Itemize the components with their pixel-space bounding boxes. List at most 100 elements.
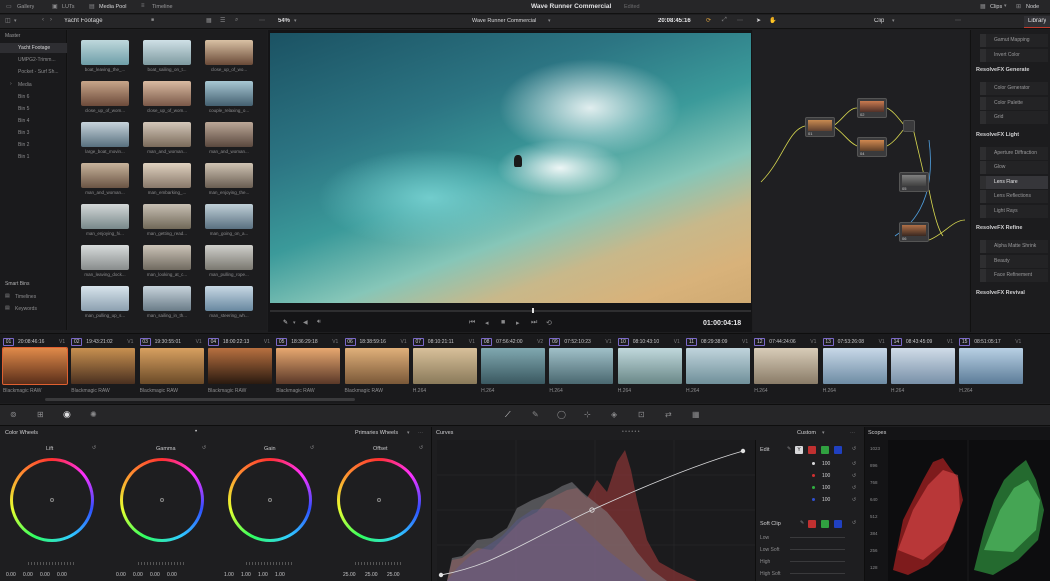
smart-bin-timelines[interactable]: Timelines (15, 294, 36, 300)
wheel-value[interactable]: 0.00 (6, 572, 16, 578)
clips-button[interactable]: Clips (990, 4, 1002, 10)
media-clip-thumbnail[interactable] (81, 245, 129, 270)
timeline-clip-thumbnail[interactable] (686, 348, 750, 384)
thumbnail-view-icon[interactable]: ▦ (206, 17, 212, 24)
wheel-value[interactable]: 0.00 (23, 572, 33, 578)
effect-item[interactable]: Invert Color (980, 48, 1048, 62)
effect-item[interactable]: Lens Flare (980, 175, 1048, 189)
nodes-icon[interactable]: ⊞ (1016, 3, 1021, 10)
bin-item-bin4[interactable]: Bin 4 (18, 118, 29, 124)
effect-item[interactable]: Lens Reflections (980, 190, 1048, 203)
media-clip-thumbnail[interactable] (205, 245, 253, 270)
effect-item[interactable]: Face Refinement (980, 269, 1048, 282)
effect-item[interactable]: Light Rays (980, 204, 1048, 218)
wheel-value[interactable]: 0.00 (57, 572, 67, 578)
bin-item-bin3[interactable]: Bin 3 (18, 130, 29, 136)
color-match-icon[interactable]: ⊞ (37, 410, 44, 419)
more-options-icon[interactable]: ⋯ (259, 17, 265, 24)
media-clip-thumbnail[interactable] (143, 40, 191, 65)
chevron-down-icon[interactable]: ▾ (407, 430, 410, 436)
page-dots[interactable]: • (195, 429, 197, 435)
timeline-clip-thumbnail[interactable] (481, 348, 546, 384)
curves-mode-select[interactable]: Custom (797, 430, 816, 436)
more-options-icon[interactable]: ⋯ (955, 17, 961, 24)
scrub-playhead[interactable] (532, 308, 534, 313)
media-pool-tab[interactable]: Media Pool (99, 4, 127, 10)
volume-icon[interactable]: 🔊︎ (317, 319, 321, 326)
bin-item-media[interactable]: Media (18, 82, 32, 88)
channel-y-toggle[interactable]: Y (795, 446, 803, 454)
timeline-clip-thumbnail[interactable] (617, 348, 682, 384)
media-clip-thumbnail[interactable] (205, 40, 253, 65)
more-options-icon[interactable]: ⋯ (737, 17, 743, 24)
viewer-scrub-bar[interactable] (270, 310, 751, 312)
window-icon[interactable]: ◯ (557, 410, 566, 419)
chevron-down-icon[interactable]: ▾ (294, 18, 297, 24)
media-clip-thumbnail[interactable] (205, 81, 253, 106)
reset-icon[interactable]: ↺ (852, 461, 856, 467)
luts-icon[interactable]: ▣ (52, 3, 58, 10)
timeline-clip-thumbnail[interactable] (822, 348, 887, 384)
skip-start-icon[interactable]: ⏮ (469, 319, 475, 327)
forward-arrow-icon[interactable]: › (50, 17, 52, 23)
fullscreen-icon[interactable]: ⤢ (722, 17, 727, 24)
soft-clip-b-toggle[interactable] (834, 520, 842, 528)
3d-icon[interactable]: ▦ (692, 410, 700, 419)
media-clip-thumbnail[interactable] (143, 204, 191, 229)
wheel-value[interactable]: 25.00 (387, 572, 400, 578)
chevron-down-icon[interactable]: ▾ (548, 18, 551, 24)
reset-icon[interactable]: ↺ (419, 445, 423, 451)
media-pool-icon[interactable]: ▤ (89, 3, 95, 10)
effect-item[interactable]: Beauty (980, 254, 1048, 268)
back-arrow-icon[interactable]: ‹ (42, 17, 44, 23)
color-wheels-icon[interactable]: ◉ (63, 409, 71, 420)
reset-icon[interactable]: ↺ (202, 445, 206, 451)
effect-item[interactable]: Gamut Mapping (980, 34, 1048, 47)
wheel-value[interactable]: 1.00 (275, 572, 285, 578)
link-icon[interactable]: ✎ (800, 520, 804, 526)
channel-r-toggle[interactable] (808, 446, 816, 454)
list-view-icon[interactable]: ☰ (220, 17, 225, 24)
tracker-icon[interactable]: ⊹ (584, 410, 591, 419)
media-clip-thumbnail[interactable] (143, 286, 191, 311)
channel-value-field[interactable]: 100 (822, 473, 830, 479)
node-03-mixer[interactable] (903, 120, 915, 132)
channel-value-field[interactable]: 100 (822, 485, 830, 491)
blur-icon[interactable]: ◈ (611, 410, 617, 419)
bin-item-yacht-footage[interactable]: Yacht Footage (18, 45, 50, 51)
timeline-tab[interactable]: Timeline (152, 4, 173, 10)
master-bin[interactable]: Master (5, 33, 20, 39)
reset-icon[interactable]: ↺ (310, 445, 314, 451)
color-wheel[interactable] (337, 458, 421, 542)
reset-icon[interactable]: ↺ (852, 473, 856, 479)
clips-scrollbar[interactable] (45, 398, 355, 401)
link-icon[interactable]: ✎ (787, 446, 791, 452)
node-05[interactable]: 05 (899, 172, 929, 192)
channel-g-toggle[interactable] (821, 446, 829, 454)
timeline-clip-thumbnail[interactable] (2, 347, 68, 385)
wheel-value[interactable]: 0.00 (133, 572, 143, 578)
clips-icon[interactable]: ▦ (980, 3, 986, 10)
color-picker-icon[interactable]: ✎ (283, 319, 288, 326)
wheel-value[interactable]: 1.00 (258, 572, 268, 578)
gallery-tab[interactable]: Gallery (17, 4, 34, 10)
gallery-icon[interactable]: ▭ (6, 3, 12, 10)
media-clip-thumbnail[interactable] (81, 40, 129, 65)
bin-item-pocket[interactable]: Pocket - Surf Sh... (18, 69, 59, 75)
soft-clip-high-soft-slider[interactable] (790, 573, 845, 574)
node-clip-mode[interactable]: Clip (874, 18, 884, 24)
timeline-name[interactable]: Wave Runner Commercial (472, 18, 536, 24)
sort-icon[interactable]: ■ (151, 17, 154, 23)
hdr-wheels-icon[interactable]: ✺ (90, 410, 97, 419)
media-clip-thumbnail[interactable] (143, 81, 191, 106)
wheel-value[interactable]: 0.00 (116, 572, 126, 578)
timeline-clip-thumbnail[interactable] (139, 348, 204, 384)
wheel-value[interactable]: 25.00 (343, 572, 356, 578)
node-06[interactable]: 06 (899, 222, 929, 242)
wheel-value[interactable]: 0.00 (40, 572, 50, 578)
timeline-clip-thumbnail[interactable] (71, 348, 136, 384)
timeline-clip-thumbnail[interactable] (344, 348, 409, 384)
effect-item[interactable]: Color Palette (980, 96, 1048, 110)
master-wheel-slider[interactable] (138, 562, 186, 565)
timeline-clip-thumbnail[interactable] (754, 348, 819, 384)
